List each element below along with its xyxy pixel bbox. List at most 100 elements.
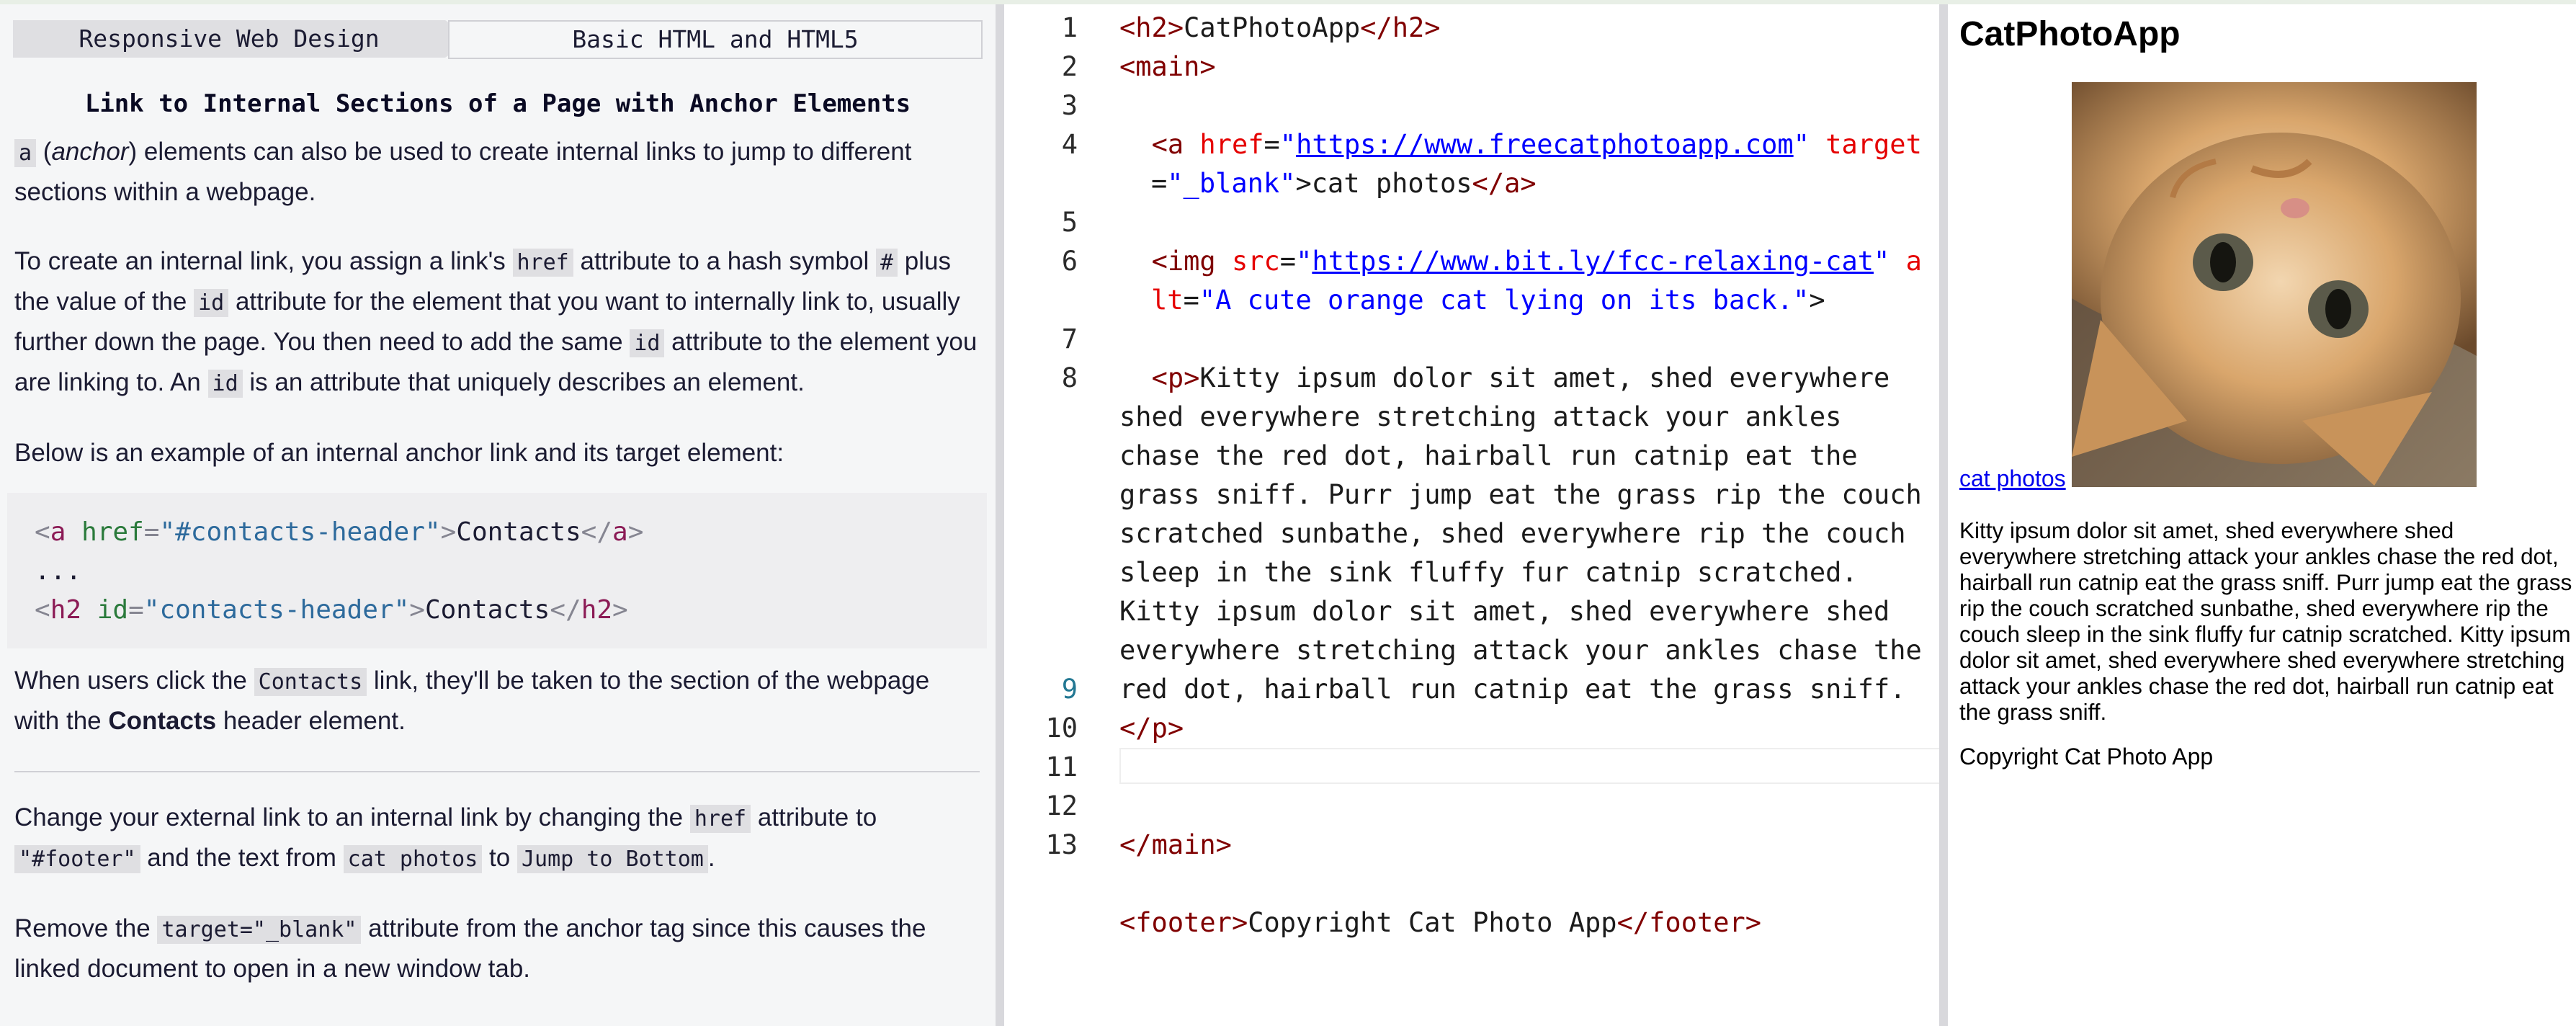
code-token: < bbox=[1119, 51, 1136, 82]
text: header element. bbox=[223, 707, 406, 735]
panel-resize-handle-right[interactable] bbox=[1939, 4, 1948, 1026]
description-paragraph-3: Below is an example of an internal ancho… bbox=[14, 439, 784, 467]
example-code-block: <a href="#contacts-header">Contacts</a> … bbox=[7, 493, 987, 648]
code-token: a bbox=[1167, 129, 1184, 160]
code-line-13[interactable]: <footer>Copyright Cat Photo App</footer> bbox=[1119, 904, 1933, 942]
code-line-8[interactable]: <p>Kitty ipsum dolor sit amet, shed ever… bbox=[1119, 359, 1933, 748]
code-line-4[interactable]: <a href="https://www.freecatphotoapp.com… bbox=[1119, 125, 1933, 203]
code-token: < bbox=[1151, 246, 1168, 277]
code-token: "#contacts-header" bbox=[159, 517, 441, 547]
code-line-9[interactable] bbox=[1119, 748, 1933, 787]
text: attribute to bbox=[757, 803, 877, 831]
code-token: = bbox=[1264, 129, 1280, 160]
code-line-1[interactable]: <h2>CatPhotoApp</h2> bbox=[1119, 9, 1933, 48]
line-number: 4 bbox=[1061, 129, 1078, 160]
code-text[interactable]: <h2>CatPhotoApp</h2> <main> <a href="htt… bbox=[1119, 9, 1933, 748]
code-token: p bbox=[1167, 362, 1184, 393]
text: attribute to a hash symbol bbox=[580, 247, 869, 275]
code-token: "contacts-header" bbox=[143, 595, 410, 625]
text: and the text from bbox=[147, 844, 336, 872]
code-token: > bbox=[409, 595, 425, 625]
code-token: > bbox=[1167, 12, 1184, 43]
code-token: = bbox=[1151, 168, 1168, 199]
code-editor[interactable]: 1 2 3 4 5 6 7 8 9 10 11 12 13 <h2>CatPho… bbox=[1004, 4, 1939, 1026]
preview-panel: CatPhotoApp cat photos Kitty ipsum dolor… bbox=[1948, 4, 2576, 1026]
code-token: = bbox=[128, 595, 144, 625]
code-token: "_blank" bbox=[1167, 168, 1296, 199]
code-url-link[interactable]: https://www.freecatphotoapp.com bbox=[1296, 129, 1794, 160]
code-token: href bbox=[81, 517, 144, 547]
code-line-3[interactable] bbox=[1119, 86, 1933, 125]
code-line-11[interactable]: </main> bbox=[1119, 826, 1933, 865]
inline-code: id bbox=[194, 289, 229, 317]
code-line-10[interactable] bbox=[1119, 787, 1933, 826]
code-token: href bbox=[1199, 129, 1264, 160]
inline-code: Jump to Bottom bbox=[516, 845, 708, 873]
code-line-5[interactable] bbox=[1119, 203, 1933, 242]
breadcrumb-superblock[interactable]: Responsive Web Design bbox=[13, 20, 473, 58]
code-token: main bbox=[1151, 829, 1216, 860]
code-line-12[interactable] bbox=[1119, 865, 1933, 904]
instructions-panel: Responsive Web Design Basic HTML and HTM… bbox=[0, 4, 996, 1026]
code-token: p bbox=[1151, 713, 1168, 744]
code-token: target bbox=[1825, 129, 1922, 160]
code-token: id bbox=[97, 595, 129, 625]
bold-text: Contacts bbox=[108, 707, 217, 735]
line-number: 12 bbox=[1045, 790, 1078, 821]
breadcrumb: Responsive Web Design Basic HTML and HTM… bbox=[13, 20, 983, 59]
code-token: a bbox=[1504, 168, 1521, 199]
code-text-lower[interactable]: </main> <footer>Copyright Cat Photo App<… bbox=[1119, 748, 1933, 942]
preview-link[interactable]: cat photos bbox=[1959, 465, 2066, 492]
code-token: > bbox=[1184, 362, 1200, 393]
line-number: 3 bbox=[1061, 90, 1078, 121]
code-token: < bbox=[1151, 129, 1168, 160]
inline-code: a bbox=[14, 139, 37, 167]
code-token: > bbox=[1809, 285, 1825, 316]
panel-resize-handle-left[interactable] bbox=[996, 4, 1004, 1026]
code-line-6[interactable]: <img src="https://www.bit.ly/fcc-relaxin… bbox=[1119, 242, 1933, 320]
inline-code: Contacts bbox=[254, 668, 367, 696]
example-line-2: ... bbox=[35, 556, 82, 586]
code-token: </ bbox=[581, 517, 613, 547]
code-line-7[interactable] bbox=[1119, 320, 1933, 359]
breadcrumb-block[interactable]: Basic HTML and HTML5 bbox=[448, 20, 983, 59]
inline-code: href bbox=[689, 805, 751, 833]
preview-footer: Copyright Cat Photo App bbox=[1959, 744, 2214, 770]
code-line-2[interactable]: <main> bbox=[1119, 48, 1933, 86]
line-number: 11 bbox=[1045, 751, 1078, 782]
text: to bbox=[489, 844, 511, 872]
code-token: " bbox=[1793, 129, 1810, 160]
breadcrumb-superblock-label[interactable]: Responsive Web Design bbox=[13, 20, 445, 58]
inline-code: id bbox=[207, 370, 243, 398]
code-token: Contacts bbox=[424, 595, 550, 625]
text: elements can also be used to create inte… bbox=[14, 138, 912, 206]
line-number-active: 9 bbox=[1061, 674, 1078, 705]
code-token: > bbox=[1295, 168, 1312, 199]
preview-heading: CatPhotoApp bbox=[1959, 15, 2181, 53]
code-url-link[interactable]: https://www.bit.ly/fcc-relaxing-cat bbox=[1312, 246, 1874, 277]
code-token: h2 bbox=[50, 595, 82, 625]
line-number-gutter: 1 2 3 4 5 6 7 8 9 10 11 12 13 bbox=[1004, 4, 1083, 865]
instruction-paragraph-1: Change your external link to an internal… bbox=[14, 798, 980, 879]
code-token: " bbox=[1279, 129, 1297, 160]
text: attribute from the anchor tag since this… bbox=[14, 914, 926, 983]
inline-code: cat photos bbox=[343, 845, 483, 873]
code-token: a bbox=[50, 517, 66, 547]
cat-photo bbox=[2072, 82, 2477, 487]
section-divider bbox=[14, 771, 980, 772]
inline-code: "#footer" bbox=[14, 845, 140, 873]
inline-code: # bbox=[876, 249, 898, 277]
description-paragraph-1: a (anchor) elements can also be used to … bbox=[14, 138, 912, 206]
code-token: main bbox=[1135, 51, 1200, 82]
inline-code: target="_blank" bbox=[157, 916, 362, 944]
text: is an attribute that uniquely describes … bbox=[249, 368, 805, 396]
challenge-title: Link to Internal Sections of a Page with… bbox=[84, 89, 911, 118]
code-token: > bbox=[1167, 713, 1184, 744]
code-token: Contacts bbox=[456, 517, 581, 547]
code-token: > bbox=[1424, 12, 1441, 43]
line-number: 8 bbox=[1061, 362, 1078, 393]
code-token: = bbox=[143, 517, 160, 547]
code-token: h2 bbox=[1135, 12, 1168, 43]
anchor-word: anchor bbox=[51, 138, 129, 166]
line-number: 1 bbox=[1061, 12, 1078, 43]
